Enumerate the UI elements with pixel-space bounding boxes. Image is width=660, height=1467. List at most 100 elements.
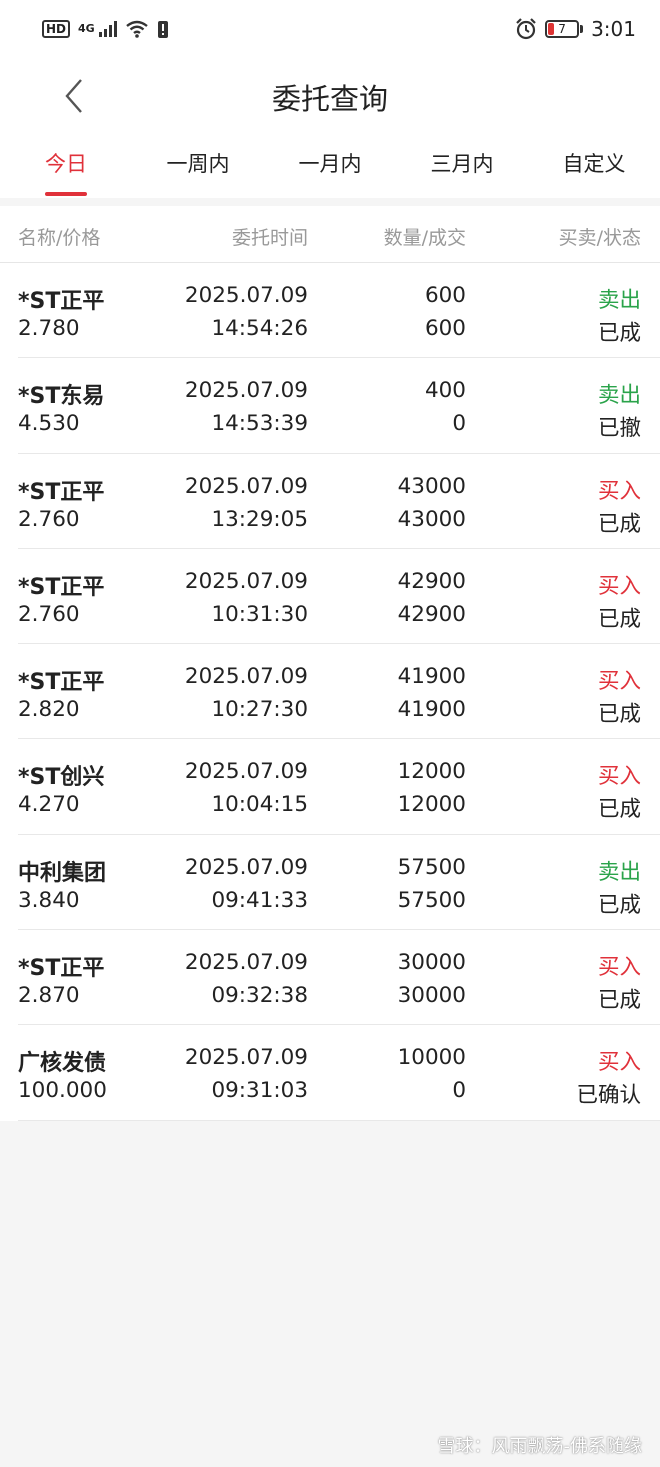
order-date: 2025.07.09 <box>184 664 308 690</box>
order-status: 已成 <box>597 988 641 1014</box>
status-left: HD 4G <box>42 19 169 39</box>
order-price: 100.000 <box>18 1078 107 1104</box>
order-date: 2025.07.09 <box>184 473 308 499</box>
stock-name: 中利集团 <box>18 860 107 886</box>
order-side: 买入 <box>597 669 641 695</box>
filled-qty: 600 <box>424 316 466 341</box>
order-date: 2025.07.09 <box>184 950 308 976</box>
order-side: 买入 <box>597 1050 641 1076</box>
col-header-qty: 数量/成交 <box>383 227 466 249</box>
order-time: 09:41:33 <box>211 887 308 913</box>
stock-name: *ST正平 <box>18 479 105 505</box>
order-row[interactable]: *ST正平 2.760 2025.07.09 10:31:30 42900 42… <box>0 549 660 645</box>
signal-icon: 4G <box>78 21 117 37</box>
filled-qty: 57500 <box>397 887 466 913</box>
order-status: 已成 <box>597 702 641 728</box>
order-row[interactable]: *ST东易 4.530 2025.07.09 14:53:39 400 0 卖出… <box>0 358 660 454</box>
order-side: 买入 <box>597 764 641 790</box>
order-price: 2.820 <box>18 697 80 723</box>
order-qty: 10000 <box>397 1045 466 1071</box>
filled-qty: 42900 <box>397 601 466 627</box>
tab-week[interactable]: 一周内 <box>160 148 236 178</box>
order-price: 3.840 <box>18 887 80 913</box>
battery-level: 7 <box>558 22 566 36</box>
order-qty: 57500 <box>397 854 466 880</box>
status-bar: HD 4G 7 3:01 <box>0 0 660 58</box>
order-time: 09:32:38 <box>211 983 308 1009</box>
stock-name: *ST正平 <box>18 289 105 314</box>
col-header-side-status: 买卖/状态 <box>558 227 641 249</box>
tab-bar: 今日 一周内 一月内 三月内 自定义 <box>0 148 660 198</box>
order-time: 10:04:15 <box>211 792 308 818</box>
status-right: 7 3:01 <box>515 17 636 41</box>
order-date: 2025.07.09 <box>184 759 308 785</box>
order-side: 卖出 <box>597 859 641 885</box>
order-qty: 42900 <box>397 568 466 594</box>
order-side: 买入 <box>597 955 641 981</box>
order-row[interactable]: *ST正平 2.870 2025.07.09 09:32:38 30000 30… <box>0 930 660 1026</box>
stock-name: *ST东易 <box>18 384 105 410</box>
tab-label: 一月内 <box>298 152 362 176</box>
filled-qty: 0 <box>452 1078 466 1104</box>
stock-name: 广核发债 <box>18 1051 107 1077</box>
tab-month[interactable]: 一月内 <box>292 148 368 178</box>
tab-label: 自定义 <box>562 152 626 176</box>
order-qty: 12000 <box>397 759 466 785</box>
order-rows: *ST正平 2.780 2025.07.09 14:54:26 600 600 … <box>0 263 660 1121</box>
orders-list: 名称/价格 委托时间 数量/成交 买卖/状态 *ST正平 2.780 2025.… <box>0 206 660 1121</box>
list-header: 名称/价格 委托时间 数量/成交 买卖/状态 <box>0 206 660 263</box>
filled-qty: 0 <box>452 411 466 437</box>
order-status: 已成 <box>597 606 641 632</box>
order-row[interactable]: 中利集团 3.840 2025.07.09 09:41:33 57500 575… <box>0 835 660 931</box>
order-qty: 30000 <box>397 950 466 976</box>
order-price: 2.870 <box>18 983 80 1009</box>
tab-label: 三月内 <box>430 152 494 176</box>
order-time: 10:27:30 <box>211 697 308 723</box>
order-price: 4.530 <box>18 411 80 437</box>
col-header-time: 委托时间 <box>231 227 308 249</box>
order-row[interactable]: *ST正平 2.760 2025.07.09 13:29:05 43000 43… <box>0 454 660 550</box>
order-time: 14:53:39 <box>211 411 308 437</box>
alarm-icon <box>516 18 536 40</box>
filled-qty: 30000 <box>397 983 466 1009</box>
tab-custom[interactable]: 自定义 <box>556 148 632 178</box>
stock-name: *ST正平 <box>18 574 105 600</box>
order-side: 买入 <box>597 573 641 599</box>
order-row[interactable]: *ST正平 2.780 2025.07.09 14:54:26 600 600 … <box>0 263 660 359</box>
order-qty: 41900 <box>397 664 466 690</box>
order-price: 4.270 <box>18 792 80 818</box>
order-row[interactable]: *ST正平 2.820 2025.07.09 10:27:30 41900 41… <box>0 644 660 740</box>
order-status: 已撤 <box>597 416 641 442</box>
order-status: 已成 <box>597 797 641 823</box>
order-side: 卖出 <box>597 383 641 409</box>
col-header-name-price: 名称/价格 <box>18 227 101 249</box>
filled-qty: 41900 <box>397 697 466 723</box>
order-status: 已成 <box>597 321 641 346</box>
page-title: 委托查询 <box>271 82 388 116</box>
order-date: 2025.07.09 <box>184 568 308 594</box>
order-time: 13:29:05 <box>211 506 308 532</box>
stock-name: *ST正平 <box>18 956 105 982</box>
filled-qty: 43000 <box>397 506 466 532</box>
stock-name: *ST正平 <box>18 670 105 696</box>
order-date: 2025.07.09 <box>184 1045 308 1071</box>
order-price: 2.780 <box>18 316 80 341</box>
order-status: 已确认 <box>576 1083 641 1109</box>
order-date: 2025.07.09 <box>184 854 308 880</box>
tab-today[interactable]: 今日 <box>40 148 92 196</box>
order-time: 14:54:26 <box>211 316 308 341</box>
order-date: 2025.07.09 <box>184 283 308 308</box>
filled-qty: 12000 <box>397 792 466 818</box>
order-qty: 43000 <box>397 473 466 499</box>
order-qty: 600 <box>424 283 466 308</box>
battery-icon: 7 <box>545 20 584 38</box>
order-row[interactable]: 广核发债 100.000 2025.07.09 09:31:03 10000 0… <box>0 1025 660 1121</box>
alert-icon <box>157 21 168 38</box>
order-row[interactable]: *ST创兴 4.270 2025.07.09 10:04:15 12000 12… <box>0 739 660 836</box>
order-status: 已成 <box>597 511 641 537</box>
tab-label: 今日 <box>45 152 87 176</box>
hd-icon: HD <box>42 20 71 38</box>
network-type: 4G <box>78 22 95 35</box>
tab-three-months[interactable]: 三月内 <box>424 148 500 178</box>
order-date: 2025.07.09 <box>184 378 308 404</box>
